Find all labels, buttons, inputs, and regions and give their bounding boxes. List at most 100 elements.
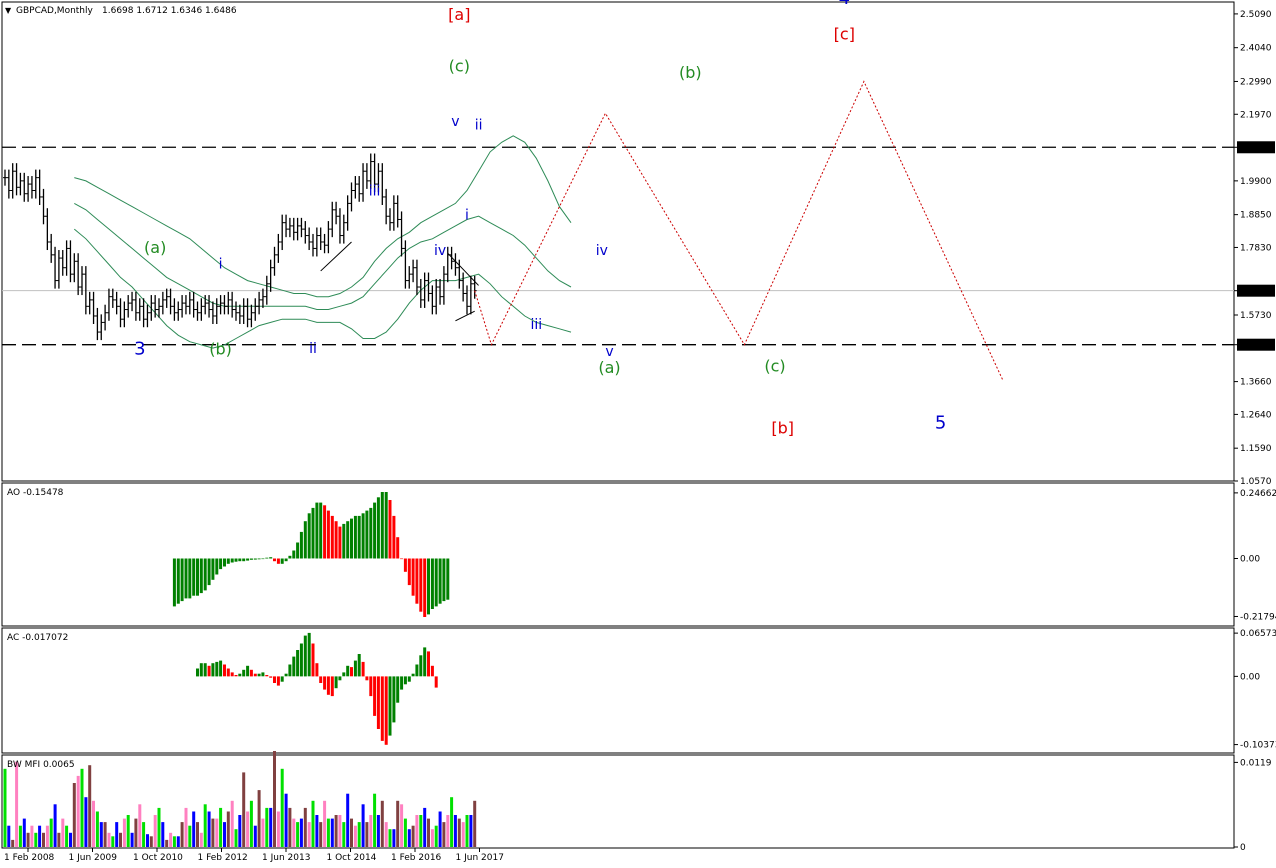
bw-mfi-bar — [226, 811, 230, 847]
price-axis: 2.5090 2.4040 2.2990 2.1970 2.0944 1.9900 1.88… — [1234, 10, 1276, 853]
main-pane-frame[interactable] — [1, 1, 1235, 482]
ao-bar — [203, 558, 207, 591]
time-tick-label: 1 Feb 2012 — [198, 853, 248, 863]
wave-label: ii — [309, 341, 317, 357]
ac-bar — [284, 673, 288, 677]
ac-bar — [226, 668, 230, 677]
bw-mfi-bar — [265, 807, 269, 847]
ao-bar — [365, 510, 369, 559]
ac-bar — [296, 650, 300, 677]
ao-bar — [353, 515, 357, 559]
bw-mfi-bar — [373, 793, 377, 847]
bw-mfi-bar — [269, 807, 273, 847]
bw-mfi-bar — [180, 822, 184, 847]
ao-pane-frame[interactable] — [1, 482, 1235, 627]
ao-bar — [442, 558, 446, 602]
ao-bar — [369, 507, 373, 559]
wave-label: [a] — [448, 5, 470, 24]
ac-bar — [253, 673, 257, 677]
bw-mfi-bar — [115, 822, 119, 847]
ac-bar — [249, 669, 253, 677]
ao-bar — [288, 555, 292, 559]
bw-mfi-bar — [326, 818, 330, 847]
ao-bar — [403, 558, 407, 572]
ao-bar — [211, 558, 215, 580]
bw-mfi-bar — [407, 829, 411, 847]
wave-label: (a) — [598, 358, 620, 377]
bw-mfi-bar — [146, 834, 149, 847]
price-tick-label: 2.4040 — [1240, 44, 1272, 54]
ac-bar — [219, 660, 223, 677]
bw-mfi-bar — [111, 836, 115, 847]
ac-bar — [303, 635, 307, 677]
ac-bar — [384, 676, 388, 745]
ao-bar — [346, 521, 350, 559]
price-tick-label: 2.5090 — [1240, 10, 1272, 20]
bw-mfi-bar — [184, 807, 188, 847]
bw-mfi-bar — [303, 807, 307, 847]
bw-mfi-bar — [18, 825, 22, 847]
ac-pane-frame[interactable] — [1, 627, 1235, 754]
ao-bar — [438, 558, 442, 604]
bw-mfi-bar — [234, 829, 238, 847]
bw-mfi-bar — [388, 829, 392, 847]
ao-bar — [361, 513, 365, 559]
ac-bar — [315, 663, 319, 677]
bw-mfi-bar — [242, 772, 246, 847]
bw-mfi-bar — [161, 822, 165, 847]
indicator-tick-label: -0.10373 — [1240, 741, 1276, 751]
bw-mfi-bar — [3, 768, 7, 847]
ao-bar — [238, 558, 242, 562]
bw-mfi-bar — [342, 822, 346, 847]
bw-mfi-bar — [238, 815, 242, 847]
ac-bar — [380, 676, 384, 741]
bw-mfi-bar — [419, 815, 423, 847]
ao-bar — [388, 500, 392, 559]
bw-mfi-bar — [403, 818, 407, 847]
ac-bar — [353, 660, 357, 677]
indicator-tick-label: 0.0119 — [1240, 758, 1272, 768]
bw-mfi-bar — [334, 815, 338, 847]
ac-bar — [396, 676, 400, 703]
bw-mfi-bar — [22, 818, 26, 847]
bw-mfi-bar — [61, 818, 65, 847]
ao-bar — [407, 558, 411, 586]
bw-mfi-bar — [350, 818, 353, 847]
wave-label: iv — [596, 243, 608, 259]
ao-bar — [246, 558, 250, 561]
ao-bar — [315, 502, 319, 559]
ac-bar — [427, 651, 430, 677]
ac-bar — [415, 664, 419, 677]
bw-mfi-bar — [57, 832, 61, 847]
time-tick-label: 1 Jun 2017 — [456, 853, 504, 863]
wave-label: (c) — [449, 57, 470, 76]
wave-label: (c) — [764, 356, 785, 375]
indicator-tick-label: 0.00 — [1240, 672, 1260, 682]
time-tick-label: 1 Oct 2014 — [327, 853, 377, 863]
ao-bar — [234, 558, 238, 562]
ao-header: AO -0.15478 — [7, 488, 64, 498]
ac-bar — [434, 676, 438, 688]
bw-mfi-bar — [138, 804, 142, 847]
bw-mfi-bar — [230, 800, 234, 847]
menu-arrow-icon[interactable]: ▼ — [5, 6, 12, 15]
bw-mfi-bar — [157, 807, 161, 847]
bw-mfi-bar — [45, 825, 49, 847]
bw-mfi-bar — [142, 822, 146, 847]
wave-label: i — [219, 257, 223, 273]
wave-label: ii — [475, 117, 483, 133]
bw-mfi-bar — [273, 751, 276, 847]
bw-mfi-bar — [276, 811, 280, 847]
bw-mfi-bar — [353, 825, 357, 847]
price-tick-label: 1.1590 — [1240, 444, 1272, 454]
bw-mfi-bar — [338, 815, 342, 847]
bw-mfi-bar — [376, 815, 380, 847]
price-tick-label: 1.2640 — [1240, 410, 1272, 420]
ao-bar — [280, 558, 284, 564]
ao-bar — [319, 502, 323, 559]
wave-label: (b) — [679, 63, 702, 82]
bw-mfi-bar — [400, 804, 404, 847]
ac-bar — [273, 676, 276, 683]
indicator-tick-label: 0.06573 — [1240, 629, 1276, 639]
bw-mfi-bar — [434, 825, 438, 847]
